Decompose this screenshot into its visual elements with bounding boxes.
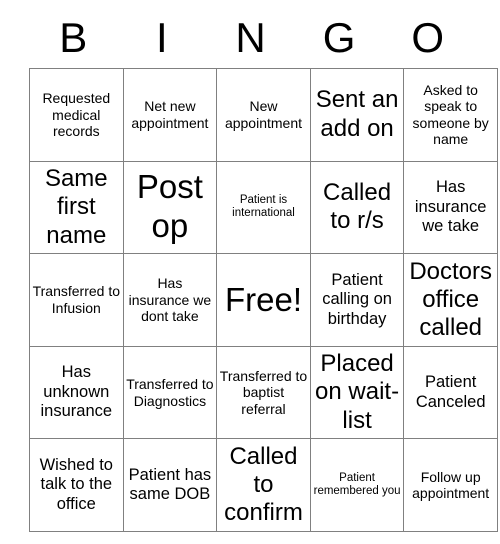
bingo-cell-g1[interactable]: Sent an add on <box>309 68 405 162</box>
bingo-cell-o4[interactable]: Patient Canceled <box>403 345 498 440</box>
bingo-row: Same first name Post op Patient is inter… <box>29 160 498 255</box>
bingo-cell-o5[interactable]: Follow up appointment <box>403 438 498 532</box>
bingo-cell-b5[interactable]: Wished to talk to the office <box>29 438 124 532</box>
bingo-cell-n5[interactable]: Called to confirm <box>216 438 311 532</box>
header-letter-n: N <box>235 14 266 61</box>
bingo-row: Transferred to Infusion Has insurance we… <box>29 253 498 347</box>
bingo-cell-o3[interactable]: Doctors office called <box>403 253 498 347</box>
bingo-cell-g4[interactable]: Placed on wait-list <box>309 345 405 440</box>
bingo-cell-b3[interactable]: Transferred to Infusion <box>29 253 124 347</box>
bingo-row: Wished to talk to the office Patient has… <box>29 438 498 532</box>
bingo-cell-b1[interactable]: Requested medical records <box>29 68 124 162</box>
bingo-cell-i4[interactable]: Transferred to Diagnostics <box>122 345 218 440</box>
bingo-card: B I N G O Requested medical records Net … <box>29 8 498 532</box>
bingo-row: Has unknown insurance Transferred to Dia… <box>29 345 498 440</box>
bingo-row: Requested medical records Net new appoin… <box>29 68 498 162</box>
bingo-cell-i3[interactable]: Has insurance we dont take <box>122 253 218 347</box>
bingo-cell-i5[interactable]: Patient has same DOB <box>122 438 218 532</box>
bingo-cell-n4[interactable]: Transferred to baptist referral <box>216 345 311 440</box>
header-letter-i: I <box>156 14 168 61</box>
bingo-cell-g5[interactable]: Patient remembered you <box>309 438 405 532</box>
bingo-cell-n1[interactable]: New appointment <box>216 68 311 162</box>
header-letter-b: B <box>59 14 88 61</box>
bingo-cell-free-space[interactable]: Free! <box>216 253 311 347</box>
bingo-cell-b4[interactable]: Has unknown insurance <box>29 345 124 440</box>
bingo-cell-o1[interactable]: Asked to speak to someone by name <box>403 68 498 162</box>
bingo-cell-o2[interactable]: Has insurance we take <box>403 160 498 255</box>
bingo-cell-g3[interactable]: Patient calling on birthday <box>309 253 405 347</box>
bingo-grid: Requested medical records Net new appoin… <box>29 68 498 532</box>
bingo-cell-n2[interactable]: Patient is international <box>216 160 311 255</box>
bingo-grid-body: Requested medical records Net new appoin… <box>29 68 498 532</box>
bingo-cell-i2[interactable]: Post op <box>122 160 218 255</box>
bingo-cell-g2[interactable]: Called to r/s <box>309 160 405 255</box>
bingo-header-row: B I N G O <box>29 8 472 68</box>
header-letter-g: G <box>322 14 356 61</box>
header-letter-o: O <box>411 14 444 61</box>
bingo-cell-b2[interactable]: Same first name <box>29 160 124 255</box>
bingo-cell-i1[interactable]: Net new appointment <box>122 68 218 162</box>
